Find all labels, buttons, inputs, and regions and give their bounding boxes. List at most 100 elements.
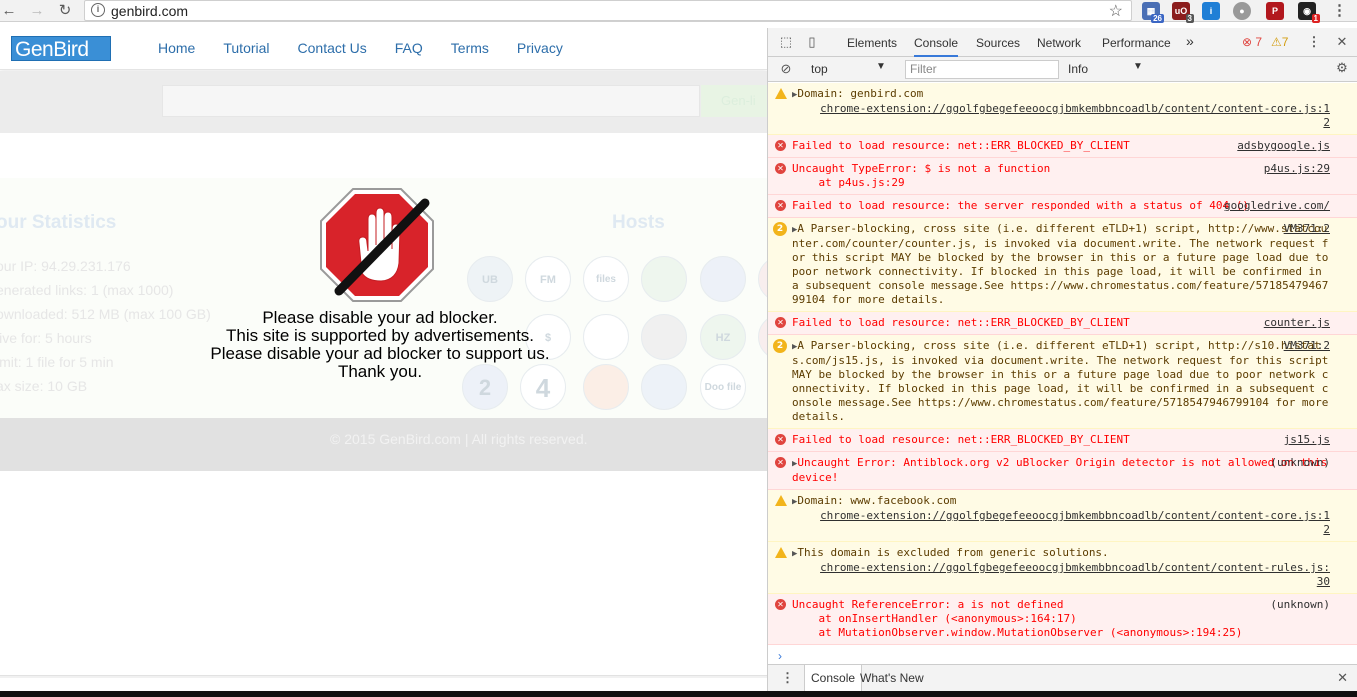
host-icon[interactable] <box>583 364 629 410</box>
drawer-menu-icon[interactable]: ⋮ <box>781 670 794 686</box>
host-icon[interactable] <box>641 314 687 360</box>
level-caret-icon[interactable]: ▼ <box>1133 61 1143 72</box>
devtools-menu-icon[interactable]: ⋮ <box>1306 34 1322 50</box>
console-prompt-input[interactable]: › <box>768 645 1357 663</box>
more-tabs-icon[interactable]: » <box>1186 33 1194 49</box>
source-link[interactable]: chrome-extension://ggolfgbegefeeoocgjbmk… <box>792 509 1330 537</box>
address-bar[interactable]: i genbird.com ☆ <box>84 0 1132 21</box>
info-icon[interactable]: i <box>91 3 105 17</box>
stats-title: our Statistics <box>0 212 117 233</box>
browser-menu-icon[interactable]: ⋮ <box>1332 1 1347 19</box>
bookmark-star-icon[interactable]: ☆ <box>1109 1 1123 21</box>
generate-button[interactable]: Gen-li <box>701 85 767 117</box>
error-icon: ⊗ <box>1242 35 1253 49</box>
console-error-message[interactable]: ✕ Uncaught ReferenceError: a is not defin… <box>768 594 1357 645</box>
device-toolbar-icon[interactable]: ▯ <box>804 34 820 50</box>
close-devtools-icon[interactable]: ✕ <box>1334 34 1350 50</box>
inspect-element-icon[interactable]: ⬚ <box>778 34 794 50</box>
warning-count-value: 7 <box>1281 35 1289 49</box>
tab-performance[interactable]: Performance <box>1102 36 1171 50</box>
source-link[interactable]: VM371:2 <box>1284 222 1330 236</box>
warning-count[interactable]: ⚠7 <box>1271 35 1288 49</box>
forward-arrow-icon[interactable]: → <box>28 2 46 20</box>
console-error-message[interactable]: ✕ Failed to load resource: net::ERR_BLOCK… <box>768 135 1357 158</box>
source-link[interactable]: VM371:2 <box>1284 339 1330 353</box>
back-arrow-icon[interactable]: ← <box>0 2 18 20</box>
close-drawer-icon[interactable]: ✕ <box>1337 670 1348 686</box>
console-message-text: Uncaught TypeError: $ is not a function … <box>792 162 1051 189</box>
nav-contact[interactable]: Contact Us <box>298 40 367 56</box>
console-error-message[interactable]: ✕ Uncaught TypeError: $ is not a function… <box>768 158 1357 195</box>
host-icon[interactable] <box>583 314 629 360</box>
console-warning-message[interactable]: 2 ▶A Parser-blocking, cross site (i.e. di… <box>768 218 1357 312</box>
drawer-tab-whats-new[interactable]: What's New <box>854 665 930 692</box>
context-caret-icon[interactable]: ▼ <box>876 61 886 72</box>
console-message-text: Failed to load resource: net::ERR_BLOCKE… <box>792 316 1130 329</box>
source-link[interactable]: counter.js <box>1264 316 1330 330</box>
console-messages: ▶Domain: genbird.com chrome-extension://g… <box>768 83 1357 663</box>
console-error-message[interactable]: ✕ Failed to load resource: net::ERR_BLOCK… <box>768 429 1357 452</box>
source-link[interactable]: chrome-extension://ggolfgbegefeeoocgjbmk… <box>792 561 1330 589</box>
source-link[interactable]: chrome-extension://ggolfgbegefeeoocgjbmk… <box>792 102 1330 130</box>
error-count[interactable]: ⊗ 7 <box>1242 35 1262 49</box>
log-level-selector[interactable]: Info <box>1068 62 1088 76</box>
host-icon[interactable] <box>700 256 746 302</box>
horizontal-scrollbar[interactable]: ◀ ▶ <box>0 675 767 678</box>
console-warning-message[interactable]: 2 ▶A Parser-blocking, cross site (i.e. di… <box>768 335 1357 429</box>
host-icon[interactable] <box>641 364 687 410</box>
console-message-text: Failed to load resource: net::ERR_BLOCKE… <box>792 139 1130 152</box>
source-link[interactable]: adsbygoogle.js <box>1237 139 1330 153</box>
context-selector[interactable]: top <box>811 62 828 76</box>
url-text[interactable]: genbird.com <box>111 3 188 19</box>
source-link[interactable]: js15.js <box>1284 433 1330 447</box>
tab-console[interactable]: Console <box>914 36 959 57</box>
host-icon[interactable] <box>758 256 767 302</box>
warning-icon: ⚠ <box>1271 35 1282 49</box>
console-message-text: A Parser-blocking, cross site (i.e. diff… <box>792 339 1336 423</box>
adblock-message-line: Please disable your ad blocker to suppor… <box>210 344 550 363</box>
extension-p-icon[interactable]: P <box>1266 2 1284 20</box>
link-input[interactable] <box>162 85 700 117</box>
warning-icon <box>775 88 787 99</box>
host-icon[interactable]: HZ <box>700 314 746 360</box>
tab-sources[interactable]: Sources <box>976 36 1020 50</box>
source-link[interactable]: googledrive.com/ <box>1224 199 1330 213</box>
stat-line: enerated links: 1 (max 1000) <box>0 282 174 298</box>
extension-info-icon[interactable]: i <box>1202 2 1220 20</box>
source-link[interactable]: p4us.js:29 <box>1264 162 1330 176</box>
host-icon[interactable] <box>758 314 767 360</box>
extension-globe-icon[interactable]: ● <box>1233 2 1251 20</box>
error-count-value: 7 <box>1255 35 1263 49</box>
console-warning-message[interactable]: ▶Domain: www.facebook.com chrome-extensio… <box>768 490 1357 542</box>
extension-ghost-icon[interactable]: ◉ 1 <box>1298 2 1320 23</box>
site-logo[interactable]: GenBird <box>11 36 111 61</box>
console-message-text: Domain: www.facebook.com <box>797 494 957 507</box>
console-settings-gear-icon[interactable]: ⚙ <box>1334 60 1350 76</box>
console-error-message[interactable]: ✕ ▶Uncaught Error: Antiblock.org v2 uBloc… <box>768 452 1357 490</box>
console-warning-message[interactable]: ▶Domain: genbird.com chrome-extension://g… <box>768 83 1357 135</box>
host-icon[interactable]: files FLASH <box>583 256 629 331</box>
reload-icon[interactable]: ↻ <box>56 2 74 20</box>
extension-ublock-icon[interactable]: uO 3 <box>1172 2 1194 23</box>
tab-elements[interactable]: Elements <box>847 36 897 50</box>
clear-console-icon[interactable]: ⊘ <box>778 61 794 77</box>
host-icon[interactable] <box>641 256 687 302</box>
nav-tutorial[interactable]: Tutorial <box>223 40 269 56</box>
console-error-message[interactable]: ✕ Failed to load resource: net::ERR_BLOCK… <box>768 312 1357 335</box>
console-message-text: A Parser-blocking, cross site (i.e. diff… <box>792 222 1336 306</box>
extension-gmail-icon[interactable]: ▦ 26 <box>1142 2 1164 23</box>
filter-input[interactable]: Filter <box>905 60 1059 79</box>
nav-home[interactable]: Home <box>158 40 195 56</box>
tab-network[interactable]: Network <box>1037 36 1081 50</box>
nav-faq[interactable]: FAQ <box>395 40 423 56</box>
console-warning-message[interactable]: ▶This domain is excluded from generic so… <box>768 542 1357 594</box>
nav-privacy[interactable]: Privacy <box>517 40 563 56</box>
nav-terms[interactable]: Terms <box>451 40 489 56</box>
console-error-message[interactable]: ✕ Failed to load resource: the server res… <box>768 195 1357 218</box>
hosts-title: Hosts <box>612 212 665 233</box>
site-nav: Home Tutorial Contact Us FAQ Terms Priva… <box>158 40 591 56</box>
warning-icon <box>775 495 787 506</box>
host-icon[interactable]: Doo file <box>700 364 746 410</box>
repeat-count-badge: 2 <box>773 222 787 236</box>
site-footer: © 2015 GenBird.com | All rights reserved… <box>0 418 767 471</box>
